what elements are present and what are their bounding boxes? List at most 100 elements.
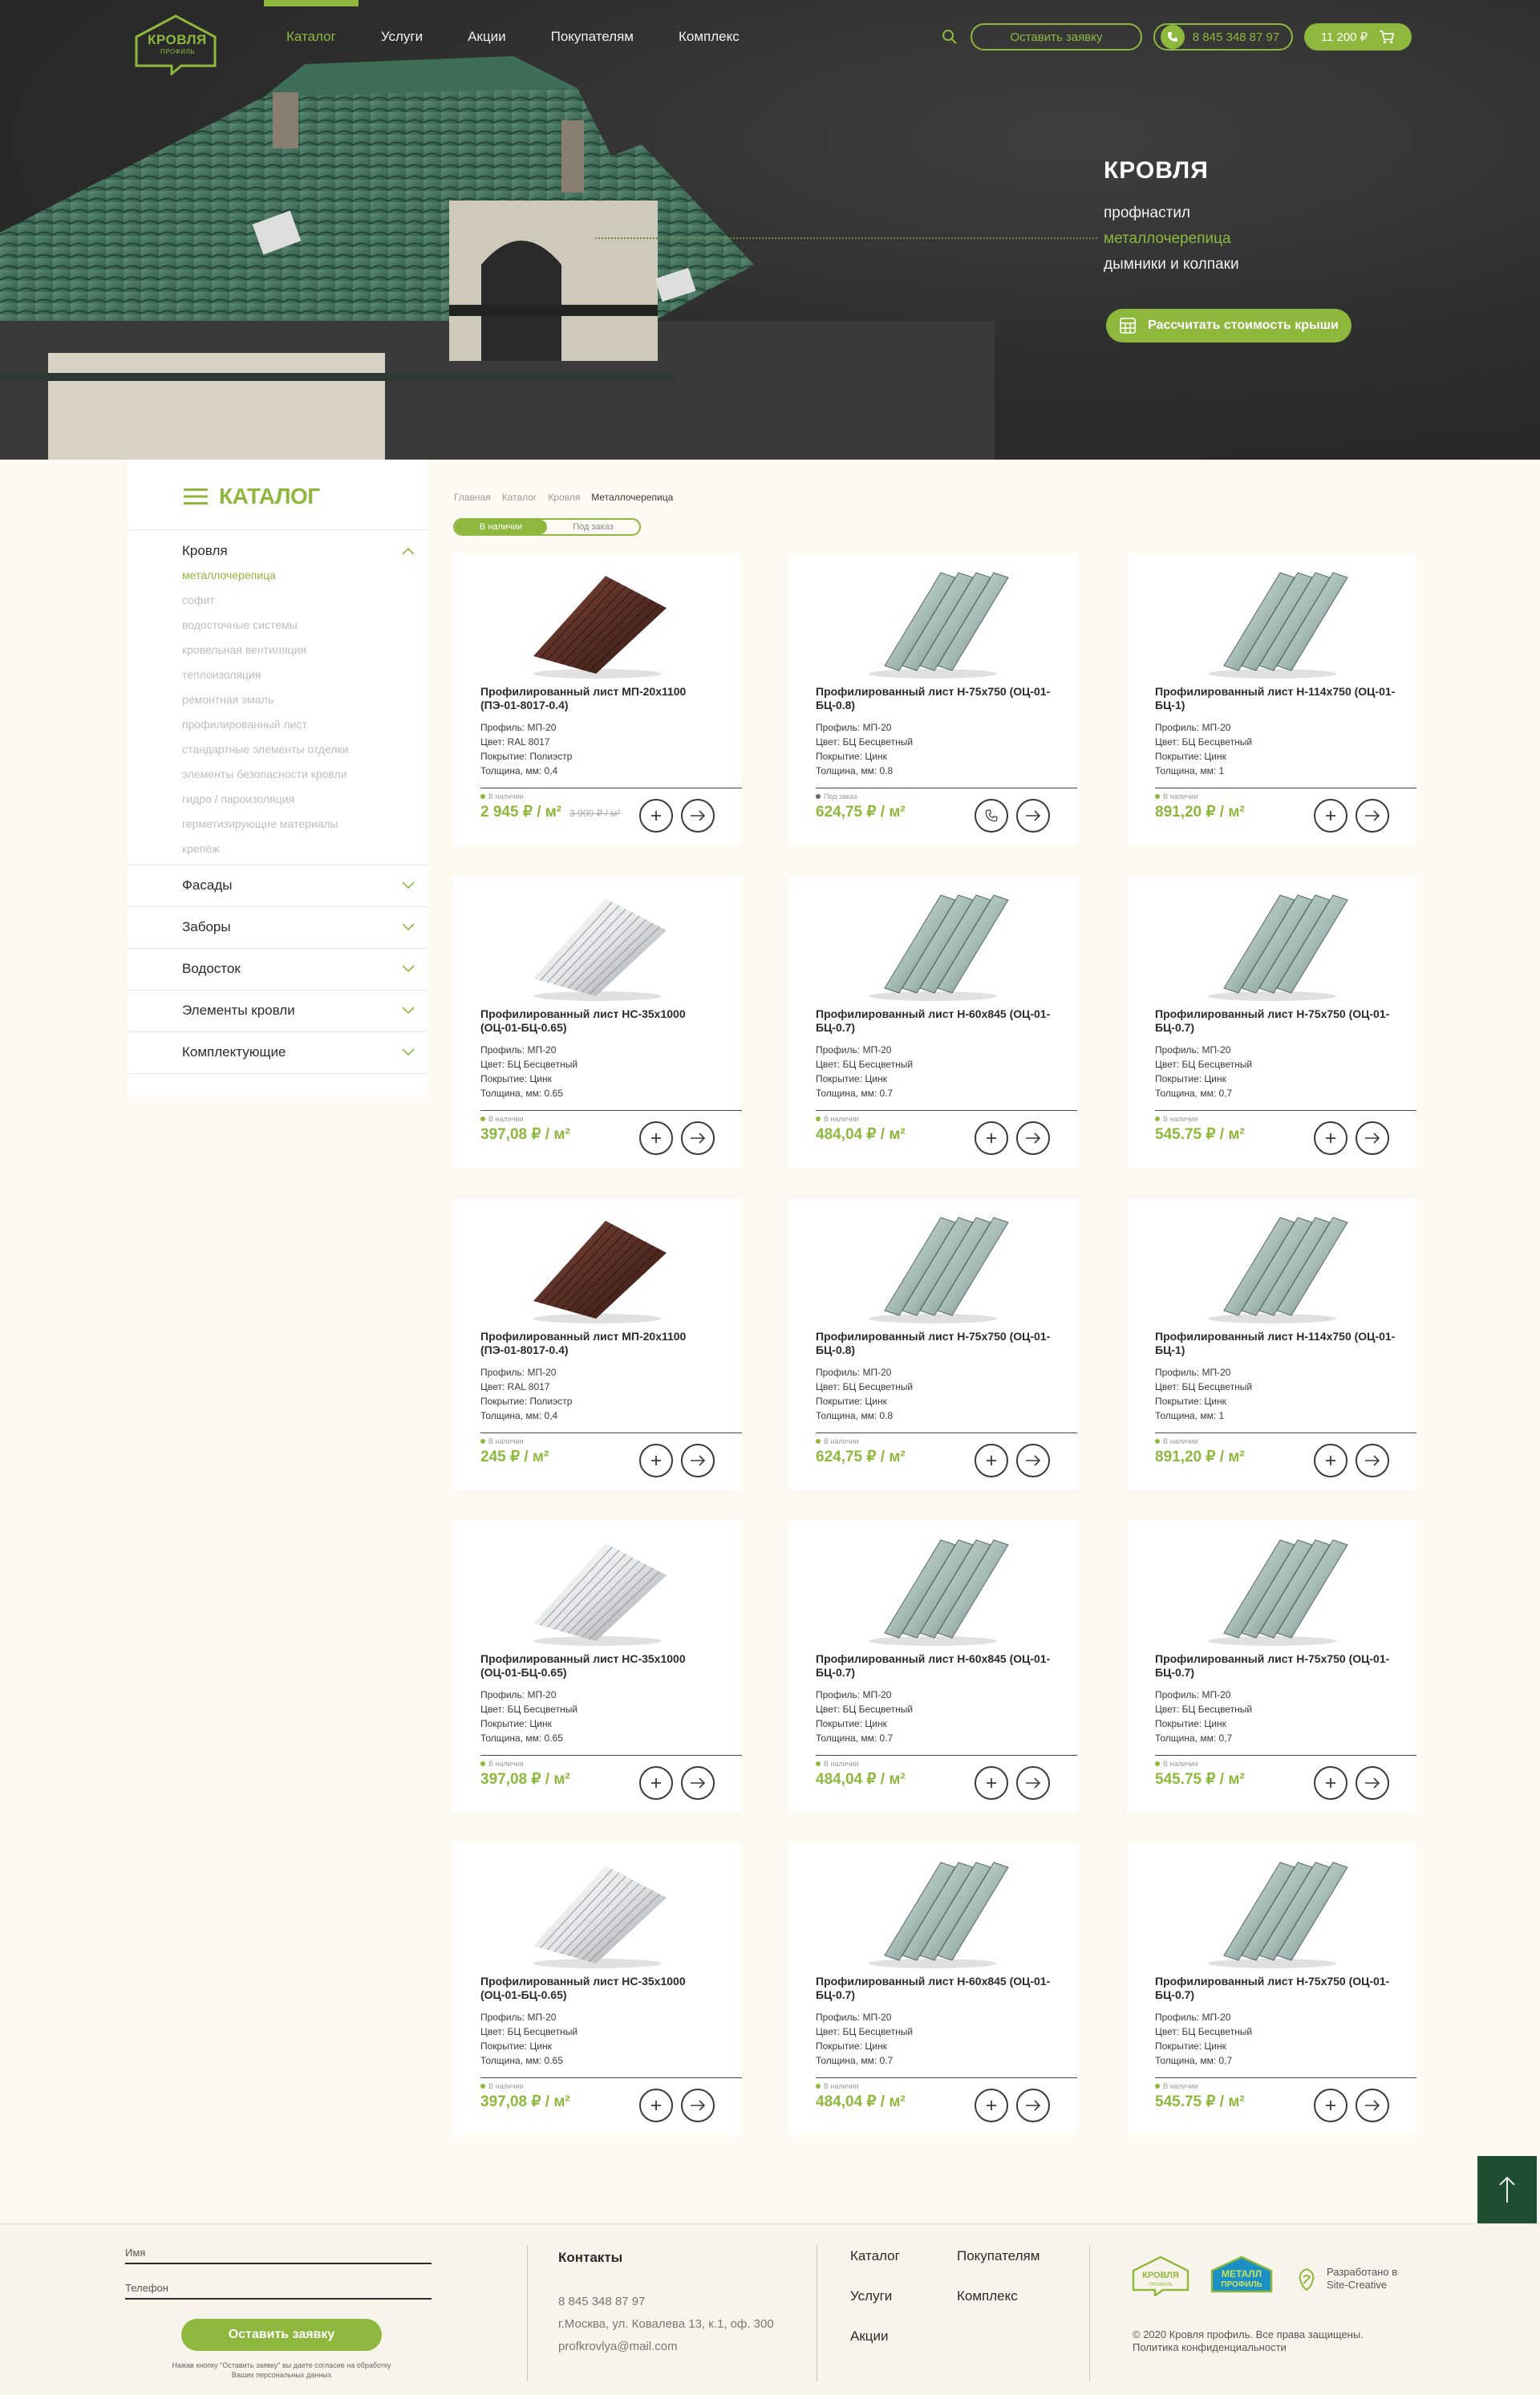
- open-product-button[interactable]: [681, 1766, 715, 1800]
- product-title[interactable]: Профилированный лист Н-75х750 (ОЦ-01-БЦ-…: [1155, 1007, 1396, 1035]
- open-product-button[interactable]: [1016, 1444, 1050, 1477]
- footer-link-buyers[interactable]: Покупателям: [957, 2248, 1040, 2264]
- add-to-cart-button[interactable]: [639, 1766, 673, 1800]
- add-to-cart-button[interactable]: [975, 2089, 1008, 2122]
- product-card[interactable]: Профилированный лист Н-75х750 (ОЦ-01-БЦ-…: [788, 1198, 1077, 1490]
- open-product-button[interactable]: [1016, 2089, 1050, 2122]
- developer-credit[interactable]: Разработано в Site-Creative: [1327, 2266, 1397, 2292]
- open-product-button[interactable]: [1356, 1121, 1389, 1155]
- sidebar-category-roofing[interactable]: Кровля: [182, 543, 415, 559]
- product-title[interactable]: Профилированный лист МП-20х1100 (ПЭ-01-8…: [480, 685, 721, 712]
- nav-promotions[interactable]: Акции: [445, 0, 529, 72]
- product-title[interactable]: Профилированный лист Н-60х845 (ОЦ-01-БЦ-…: [816, 1007, 1056, 1035]
- product-title[interactable]: Профилированный лист МП-20х1100 (ПЭ-01-8…: [480, 1330, 721, 1357]
- sidebar-subitem-trim[interactable]: стандартные элементы отделки: [182, 743, 348, 756]
- sidebar-subitem-profiled-sheet[interactable]: профилированный лист: [182, 718, 307, 731]
- footer-email[interactable]: profkrovlya@mail.com: [558, 2340, 678, 2353]
- sidebar-category-drainage[interactable]: Водосток: [182, 961, 415, 977]
- add-to-cart-button[interactable]: [639, 1121, 673, 1155]
- product-title[interactable]: Профилированный лист НС-35х1000 (ОЦ-01-Б…: [480, 1007, 721, 1035]
- add-to-cart-button[interactable]: [975, 1444, 1008, 1477]
- menu-icon[interactable]: [184, 488, 208, 505]
- site-logo[interactable]: КРОВЛЯ ПРОФИЛЬ: [133, 13, 218, 77]
- product-title[interactable]: Профилированный лист Н-114х750 (ОЦ-01-БЦ…: [1155, 1330, 1396, 1357]
- nav-complex[interactable]: Комплекс: [656, 0, 762, 72]
- nav-buyers[interactable]: Покупателям: [529, 0, 656, 72]
- add-to-cart-button[interactable]: [975, 1121, 1008, 1155]
- sidebar-subitem-soffit[interactable]: софит: [182, 594, 215, 606]
- product-card[interactable]: Профилированный лист НС-35х1000 (ОЦ-01-Б…: [453, 1843, 742, 2135]
- footer-link-catalog[interactable]: Каталог: [850, 2248, 900, 2264]
- product-card[interactable]: Профилированный лист НС-35х1000 (ОЦ-01-Б…: [453, 1521, 742, 1813]
- open-product-button[interactable]: [681, 1121, 715, 1155]
- sidebar-subitem-membranes[interactable]: гидро / пароизоляция: [182, 792, 294, 805]
- open-product-button[interactable]: [681, 2089, 715, 2122]
- footer-phone[interactable]: 8 845 348 87 97: [558, 2295, 645, 2308]
- product-card[interactable]: Профилированный лист Н-60х845 (ОЦ-01-БЦ-…: [788, 1843, 1077, 2135]
- sidebar-category-facades[interactable]: Фасады: [182, 877, 415, 894]
- product-title[interactable]: Профилированный лист Н-75х750 (ОЦ-01-БЦ-…: [1155, 1975, 1396, 2002]
- nav-catalog[interactable]: Каталог: [264, 0, 359, 72]
- add-to-cart-button[interactable]: [1314, 1121, 1348, 1155]
- sidebar-category-roof-elements[interactable]: Элементы кровли: [182, 1003, 415, 1019]
- product-title[interactable]: Профилированный лист Н-60х845 (ОЦ-01-БЦ-…: [816, 1975, 1056, 2002]
- product-title[interactable]: Профилированный лист Н-60х845 (ОЦ-01-БЦ-…: [816, 1652, 1056, 1680]
- add-to-cart-button[interactable]: [1314, 1444, 1348, 1477]
- open-product-button[interactable]: [1356, 2089, 1389, 2122]
- footer-link-services[interactable]: Услуги: [850, 2288, 892, 2304]
- open-product-button[interactable]: [1016, 1121, 1050, 1155]
- calculate-roof-button[interactable]: Рассчитать стоимость крыши: [1106, 309, 1352, 342]
- add-to-cart-button[interactable]: [639, 1444, 673, 1477]
- sidebar-subitem-metal-tile[interactable]: металлочерепица: [182, 569, 276, 582]
- hero-item-metal-tile[interactable]: металлочерепица: [1104, 226, 1239, 252]
- product-title[interactable]: Профилированный лист Н-75х750 (ОЦ-01-БЦ-…: [1155, 1652, 1396, 1680]
- open-product-button[interactable]: [1016, 1766, 1050, 1800]
- add-to-cart-button[interactable]: [1314, 2089, 1348, 2122]
- hero-item-chimneys[interactable]: дымники и колпаки: [1104, 252, 1239, 278]
- sidebar-subitem-enamel[interactable]: ремонтная эмаль: [182, 693, 274, 706]
- add-to-cart-button[interactable]: [639, 2089, 673, 2122]
- search-icon[interactable]: [940, 27, 959, 47]
- product-card[interactable]: Профилированный лист Н-60х845 (ОЦ-01-БЦ-…: [788, 1521, 1077, 1813]
- breadcrumb-catalog[interactable]: Каталог: [502, 492, 537, 503]
- phone-input[interactable]: [125, 2298, 432, 2300]
- product-card[interactable]: Профилированный лист НС-35х1000 (ОЦ-01-Б…: [453, 876, 742, 1168]
- product-card[interactable]: Профилированный лист Н-60х845 (ОЦ-01-БЦ-…: [788, 876, 1077, 1168]
- sidebar-subitem-gutters[interactable]: водосточные системы: [182, 618, 298, 631]
- privacy-policy-link[interactable]: Политика конфиденциальности: [1133, 2341, 1287, 2353]
- product-card[interactable]: Профилированный лист Н-114х750 (ОЦ-01-БЦ…: [1128, 1198, 1416, 1490]
- product-title[interactable]: Профилированный лист НС-35х1000 (ОЦ-01-Б…: [480, 1652, 721, 1680]
- footer-submit-button[interactable]: Оставить заявку: [181, 2319, 382, 2351]
- sidebar-category-fences[interactable]: Заборы: [182, 919, 415, 935]
- add-to-cart-button[interactable]: [639, 799, 673, 833]
- scroll-to-top-button[interactable]: [1477, 2156, 1537, 2223]
- name-input[interactable]: [125, 2263, 432, 2264]
- open-product-button[interactable]: [1016, 799, 1050, 833]
- sidebar-subitem-insulation[interactable]: теплоизоляция: [182, 668, 261, 681]
- add-to-cart-button[interactable]: [975, 1766, 1008, 1800]
- sidebar-subitem-sealants[interactable]: герметизирующие материалы: [182, 817, 338, 830]
- hero-item-profnastil[interactable]: профнастил: [1104, 201, 1239, 226]
- open-product-button[interactable]: [681, 799, 715, 833]
- sidebar-subitem-fasteners[interactable]: крепёж: [182, 842, 219, 855]
- add-to-cart-button[interactable]: [1314, 1766, 1348, 1800]
- product-card[interactable]: Профилированный лист Н-75х750 (ОЦ-01-БЦ-…: [1128, 876, 1416, 1168]
- request-button[interactable]: Оставить заявку: [971, 23, 1142, 51]
- sidebar-category-accessories[interactable]: Комплектующие: [182, 1044, 415, 1060]
- open-product-button[interactable]: [1356, 1444, 1389, 1477]
- footer-link-complex[interactable]: Комплекс: [957, 2288, 1018, 2304]
- product-card[interactable]: Профилированный лист Н-75х750 (ОЦ-01-БЦ-…: [1128, 1843, 1416, 2135]
- product-title[interactable]: Профилированный лист Н-75х750 (ОЦ-01-БЦ-…: [816, 685, 1056, 712]
- footer-link-promotions[interactable]: Акции: [850, 2328, 889, 2344]
- toggle-in-stock[interactable]: В наличии: [455, 520, 547, 534]
- product-card[interactable]: Профилированный лист Н-75х750 (ОЦ-01-БЦ-…: [1128, 1521, 1416, 1813]
- product-card[interactable]: Профилированный лист Н-114х750 (ОЦ-01-БЦ…: [1128, 553, 1416, 845]
- phone-button[interactable]: 8 845 348 87 97: [1153, 23, 1293, 51]
- open-product-button[interactable]: [1356, 799, 1389, 833]
- toggle-on-order[interactable]: Под заказ: [547, 520, 639, 534]
- product-title[interactable]: Профилированный лист НС-35х1000 (ОЦ-01-Б…: [480, 1975, 721, 2002]
- sidebar-subitem-ventilation[interactable]: кровельная вентиляция: [182, 643, 306, 656]
- product-card[interactable]: Профилированный лист Н-75х750 (ОЦ-01-БЦ-…: [788, 553, 1077, 845]
- open-product-button[interactable]: [681, 1444, 715, 1477]
- product-title[interactable]: Профилированный лист Н-75х750 (ОЦ-01-БЦ-…: [816, 1330, 1056, 1357]
